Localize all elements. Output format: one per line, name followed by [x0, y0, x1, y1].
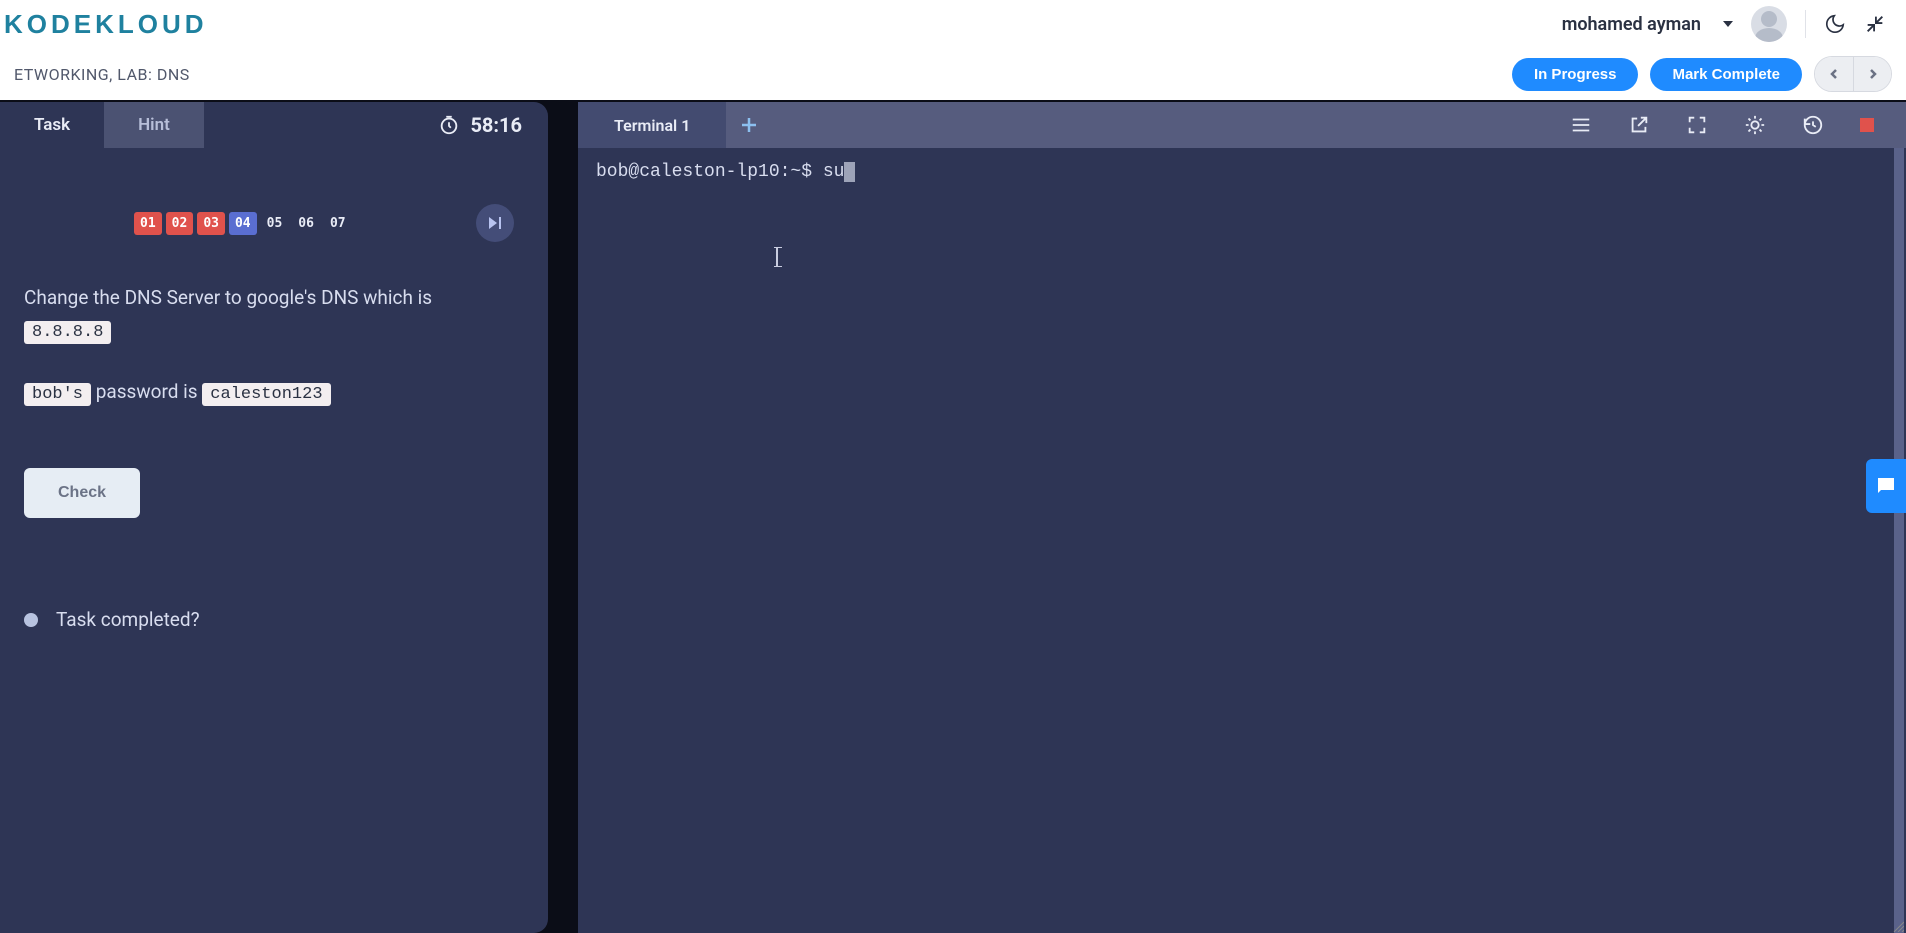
step-03[interactable]: 03 — [197, 212, 225, 235]
breadcrumb: ETWORKING, LAB: DNS — [14, 65, 190, 84]
popout-icon[interactable] — [1628, 114, 1650, 136]
sub-header: ETWORKING, LAB: DNS In Progress Mark Com… — [0, 48, 1906, 100]
top-header: KODEKLOUD mohamed ayman — [0, 0, 1906, 48]
code-dns: 8.8.8.8 — [24, 321, 111, 344]
terminal-prompt: bob@caleston-lp10:~$ — [596, 162, 823, 182]
separator — [1805, 10, 1806, 38]
nav-prev-button[interactable] — [1815, 57, 1853, 91]
username[interactable]: mohamed ayman — [1562, 14, 1701, 35]
menu-icon[interactable] — [1570, 114, 1592, 136]
moon-icon[interactable] — [1824, 13, 1846, 35]
task-tabs: Task Hint 58:16 — [0, 102, 548, 148]
add-terminal-button[interactable] — [726, 102, 772, 148]
chat-icon — [1874, 474, 1898, 498]
step-04[interactable]: 04 — [229, 212, 257, 235]
sub-header-right: In Progress Mark Complete — [1512, 56, 1892, 92]
chevron-right-icon — [1868, 69, 1878, 79]
terminal-cmd: su — [823, 162, 845, 182]
step-01[interactable]: 01 — [134, 212, 162, 235]
mark-complete-button[interactable]: Mark Complete — [1650, 58, 1802, 91]
brightness-icon[interactable] — [1744, 114, 1766, 136]
timer-section: 58:16 — [438, 113, 548, 137]
step-05[interactable]: 05 — [261, 212, 289, 235]
fullscreen-icon[interactable] — [1686, 114, 1708, 136]
task-panel: Task Hint 58:16 01 02 03 04 05 06 07 — [0, 102, 548, 933]
history-icon[interactable] — [1802, 114, 1824, 136]
tab-hint[interactable]: Hint — [104, 102, 204, 148]
timer-text: 58:16 — [470, 113, 522, 137]
step-06[interactable]: 06 — [292, 212, 320, 235]
terminal-panel: Terminal 1 bob@caleston-lp10:~$ su — [578, 102, 1906, 933]
scrollbar-thumb[interactable] — [1894, 148, 1904, 933]
clock-icon — [438, 114, 460, 136]
plus-icon — [740, 116, 758, 134]
step-row: 01 02 03 04 05 06 07 — [134, 204, 524, 242]
chevron-left-icon — [1829, 69, 1839, 79]
task-body: 01 02 03 04 05 06 07 Change the DNS Serv… — [0, 148, 548, 933]
header-right: mohamed ayman — [1562, 6, 1886, 42]
skip-forward-button[interactable] — [476, 204, 514, 242]
main: Task Hint 58:16 01 02 03 04 05 06 07 — [0, 100, 1906, 933]
logo: KODEKLOUD — [0, 9, 208, 40]
stop-button[interactable] — [1860, 118, 1874, 132]
text-caret-icon — [776, 248, 778, 266]
code-pass: caleston123 — [202, 383, 330, 406]
terminal-tabs: Terminal 1 — [578, 102, 1906, 148]
tab-task[interactable]: Task — [0, 102, 104, 148]
step-07[interactable]: 07 — [324, 212, 352, 235]
task-description: Change the DNS Server to google's DNS wh… — [24, 282, 524, 348]
terminal[interactable]: bob@caleston-lp10:~$ su — [578, 148, 1906, 933]
cursor — [844, 162, 855, 182]
avatar[interactable] — [1751, 6, 1787, 42]
code-user: bob's — [24, 383, 91, 406]
terminal-line: bob@caleston-lp10:~$ su — [596, 162, 1888, 182]
resize-handle[interactable] — [1890, 917, 1904, 931]
task-completed[interactable]: Task completed? — [24, 608, 524, 631]
task-completed-label: Task completed? — [56, 608, 200, 631]
resize-icon — [1890, 918, 1904, 932]
step-02[interactable]: 02 — [166, 212, 194, 235]
check-button[interactable]: Check — [24, 468, 140, 518]
in-progress-button[interactable]: In Progress — [1512, 58, 1639, 91]
pw-mid: password is — [91, 380, 202, 403]
minimize-icon[interactable] — [1864, 13, 1886, 35]
terminal-icons — [1570, 114, 1906, 136]
terminal-scrollbar[interactable] — [1894, 148, 1904, 933]
chevron-down-icon[interactable] — [1723, 21, 1733, 27]
nav-next-button[interactable] — [1853, 57, 1891, 91]
terminal-tab-1[interactable]: Terminal 1 — [578, 102, 726, 148]
password-line: bob's password is caleston123 — [24, 376, 524, 410]
radio-icon — [24, 613, 38, 627]
desc-text: Change the DNS Server to google's DNS wh… — [24, 286, 432, 309]
skip-forward-icon — [487, 215, 503, 231]
nav-group — [1814, 56, 1892, 92]
chat-button[interactable] — [1866, 459, 1906, 513]
